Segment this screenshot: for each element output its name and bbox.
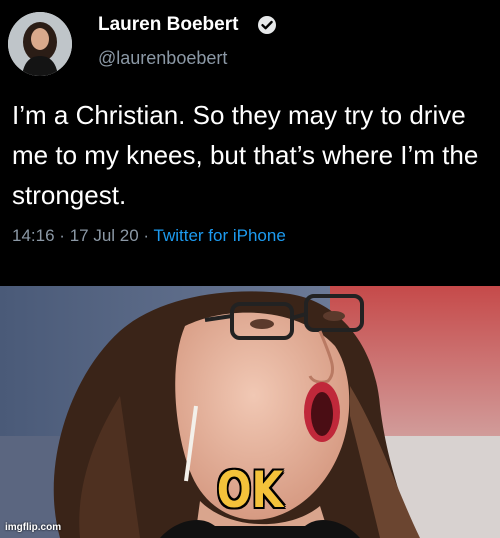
separator-dot: ·: [143, 226, 150, 245]
separator-dot: ·: [59, 226, 65, 245]
meme-image: Lauren Boebert @laurenboebert I’m a Chri…: [0, 0, 500, 538]
display-name[interactable]: Lauren Boebert: [98, 14, 238, 36]
tweet-metadata: 14:16 · 17 Jul 20 · Twitter for iPhone: [12, 226, 286, 246]
username-handle[interactable]: @laurenboebert: [98, 48, 227, 69]
tweet-card: Lauren Boebert @laurenboebert I’m a Chri…: [0, 0, 500, 286]
tweet-date[interactable]: 17 Jul 20: [70, 226, 139, 245]
tweet-time[interactable]: 14:16: [12, 226, 55, 245]
avatar[interactable]: [8, 12, 72, 76]
tweet-text: I’m a Christian. So they may try to driv…: [12, 100, 479, 210]
imgflip-watermark: imgflip.com: [5, 522, 62, 533]
verified-badge-icon: [258, 16, 276, 34]
meme-caption: OK: [216, 461, 284, 519]
avatar-photo: [8, 12, 72, 76]
tweet-source-link[interactable]: Twitter for iPhone: [154, 226, 286, 245]
